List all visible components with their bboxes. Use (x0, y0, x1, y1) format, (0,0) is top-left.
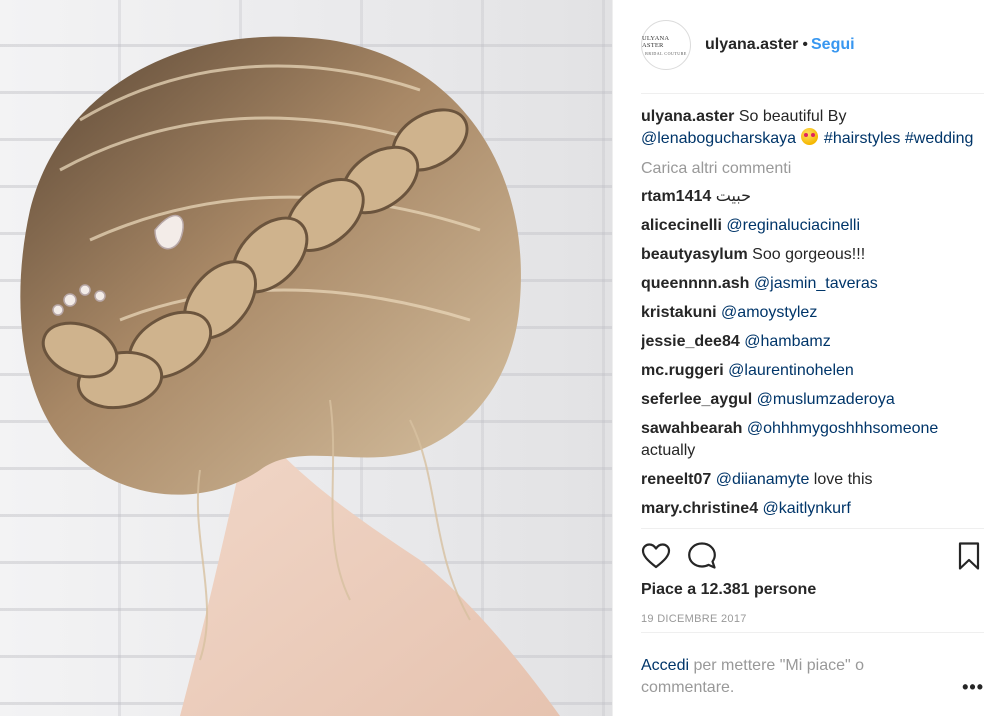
comment-row: alicecinelli @reginaluciacinelli (641, 215, 985, 237)
comment-text: love this (813, 471, 873, 488)
caption-mention[interactable]: @lenabogucharskaya (641, 130, 796, 147)
post-actions: Piace a 12.381 persone 19 DICEMBRE 2017 (641, 528, 984, 648)
login-text: Accedi per mettere "Mi piace" o commenta… (641, 655, 931, 699)
comment-icon[interactable] (687, 541, 717, 571)
comment-row: mc.ruggeri @laurentinohelen (641, 360, 985, 382)
comment-username[interactable]: reneelt07 (641, 471, 711, 488)
comment-username[interactable]: sawahbearah (641, 420, 742, 437)
hashtag-link[interactable]: #wedding (905, 130, 974, 147)
avatar-logo-text: ULYANA ASTER (642, 34, 669, 49)
comment-username[interactable]: rtam1414 (641, 188, 711, 205)
comment-row: seferlee_aygul @muslumzaderoya (641, 389, 985, 411)
avatar-logo-subtext: BRIDAL COUTURE (645, 50, 687, 56)
post-photo[interactable] (0, 0, 612, 716)
comment-row: kristakuni @amoystylez (641, 302, 985, 324)
comment-mention[interactable]: @amoystylez (721, 304, 817, 321)
comment-row: rtam1414 حبيت (641, 186, 985, 208)
heart-icon[interactable] (641, 541, 671, 571)
comment-mention[interactable]: @diianamyte (716, 471, 810, 488)
comment-mention[interactable]: @reginaluciacinelli (726, 217, 860, 234)
comment-mention[interactable]: @muslumzaderoya (757, 391, 895, 408)
comment-text: Soo gorgeous!!! (752, 246, 866, 263)
bookmark-icon[interactable] (954, 541, 984, 571)
comment-username[interactable]: jessie_dee84 (641, 333, 740, 350)
post-caption: ulyana.aster So beautiful By @lenaboguch… (641, 106, 985, 150)
hashtag-link[interactable]: #hairstyles (824, 130, 900, 147)
author-info: ulyana.aster • Segui (705, 36, 855, 54)
hair-illustration (20, 36, 560, 716)
comment-username[interactable]: beautyasylum (641, 246, 748, 263)
comment-mention[interactable]: @jasmin_taveras (754, 275, 878, 292)
caption-text: So beautiful By (738, 108, 847, 125)
avatar[interactable]: ULYANA ASTER BRIDAL COUTURE (641, 20, 691, 70)
likes-count[interactable]: Piace a 12.381 persone (641, 581, 816, 599)
comment-username[interactable]: queennnn.ash (641, 275, 749, 292)
comment-row: reneelt07 @diianamyte love this (641, 469, 985, 491)
load-more-comments-button[interactable]: Carica altri commenti (641, 158, 985, 180)
more-options-icon[interactable]: ••• (962, 677, 984, 698)
follow-button[interactable]: Segui (811, 36, 855, 53)
heart-eyes-emoji-icon (801, 128, 819, 145)
comments-list[interactable]: ulyana.aster So beautiful By @lenaboguch… (641, 106, 985, 528)
comment-username[interactable]: mc.ruggeri (641, 362, 724, 379)
post-side-panel: ULYANA ASTER BRIDAL COUTURE ulyana.aster… (612, 0, 1000, 716)
comment-username[interactable]: kristakuni (641, 304, 717, 321)
comment-row: beautyasylum Soo gorgeous!!! (641, 244, 985, 266)
login-link[interactable]: Accedi (641, 657, 689, 674)
comment-username[interactable]: alicecinelli (641, 217, 722, 234)
comment-mention[interactable]: @laurentinohelen (728, 362, 854, 379)
comment-row: sawahbearah @ohhhmygoshhhsomeone actuall… (641, 418, 985, 462)
post-date[interactable]: 19 DICEMBRE 2017 (641, 613, 747, 625)
comment-row: mary.christine4 @kaitlynkurf (641, 498, 985, 520)
comment-mention[interactable]: @kaitlynkurf (763, 500, 851, 517)
comment-row: jessie_dee84 @hambamz (641, 331, 985, 353)
separator-dot: • (802, 36, 808, 53)
post-header: ULYANA ASTER BRIDAL COUTURE ulyana.aster… (641, 20, 984, 94)
comment-mention[interactable]: @hambamz (744, 333, 831, 350)
comment-text: حبيت (715, 188, 751, 205)
instagram-post: ULYANA ASTER BRIDAL COUTURE ulyana.aster… (0, 0, 1000, 716)
login-prompt: Accedi per mettere "Mi piace" o commenta… (641, 632, 984, 716)
author-username[interactable]: ulyana.aster (705, 36, 798, 53)
comment-mention[interactable]: @ohhhmygoshhhsomeone (747, 420, 938, 437)
comment-text: actually (641, 442, 696, 459)
action-icons (641, 541, 984, 571)
comment-username[interactable]: seferlee_aygul (641, 391, 752, 408)
comment-username[interactable]: mary.christine4 (641, 500, 758, 517)
caption-username[interactable]: ulyana.aster (641, 108, 734, 125)
comment-row: queennnn.ash @jasmin_taveras (641, 273, 985, 295)
